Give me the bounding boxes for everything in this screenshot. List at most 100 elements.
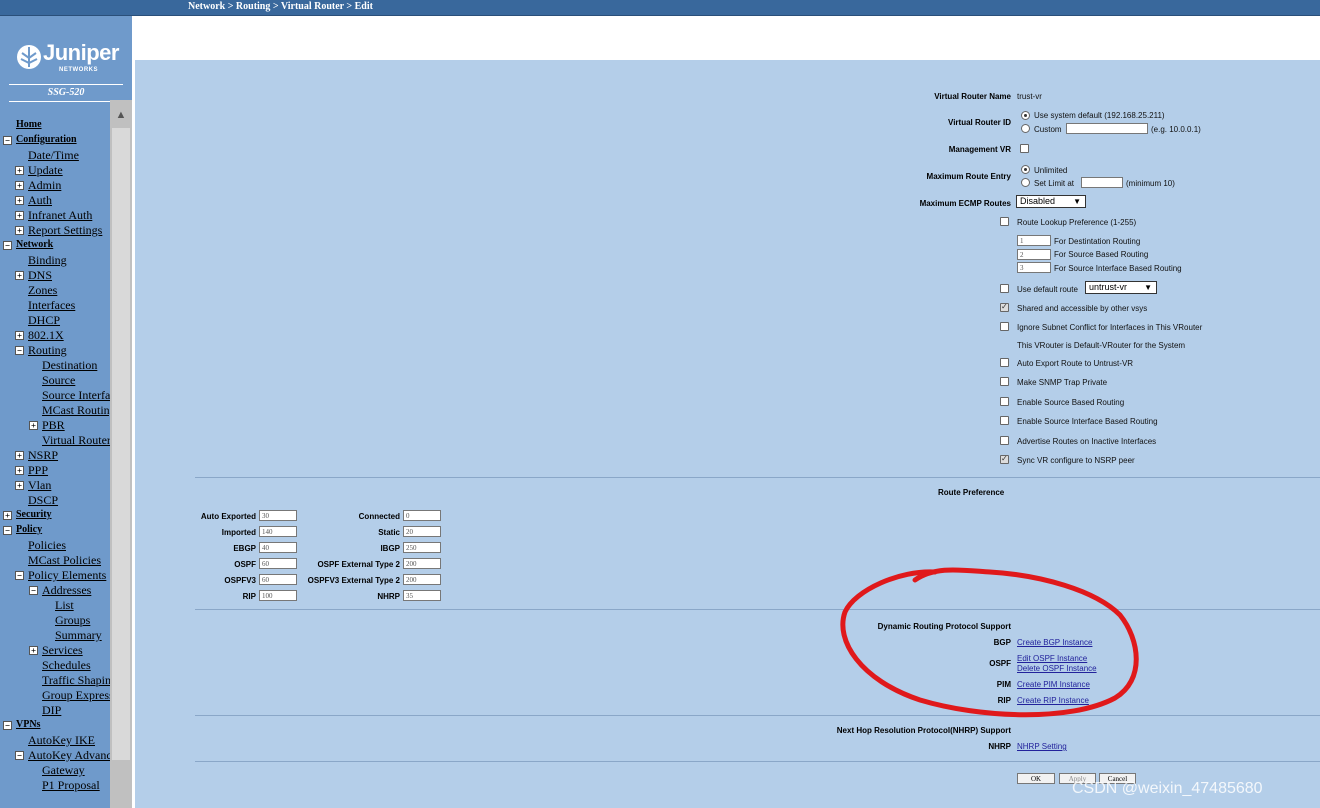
nav-item[interactable]: Binding	[28, 253, 67, 267]
nav-item[interactable]: DNS	[28, 268, 52, 282]
expand-icon[interactable]: +	[15, 451, 24, 460]
vr-id-custom-input[interactable]	[1066, 123, 1148, 134]
route-pref-input[interactable]: 0	[403, 510, 441, 521]
nav-item[interactable]: VPNs	[16, 718, 40, 732]
collapse-icon[interactable]: −	[29, 586, 38, 595]
nav-item[interactable]: Zones	[28, 283, 57, 297]
route-pref-input[interactable]: 60	[259, 558, 297, 569]
nav-item[interactable]: Configuration	[16, 133, 77, 147]
sync-nsrp-checkbox[interactable]	[1000, 454, 1009, 464]
nav-item[interactable]: Auth	[28, 193, 52, 207]
ecmp-select[interactable]: Disabled ▼	[1016, 195, 1086, 208]
collapse-icon[interactable]: −	[3, 526, 12, 535]
nav-scrollbar-thumb[interactable]	[112, 128, 130, 760]
expand-icon[interactable]: +	[15, 196, 24, 205]
src-routing-checkbox[interactable]	[1000, 397, 1009, 406]
nav-item[interactable]: Policies	[28, 538, 66, 552]
route-pref-input[interactable]: 40	[259, 542, 297, 553]
nav-item[interactable]: DHCP	[28, 313, 60, 327]
nav-item[interactable]: Group Expressions	[42, 688, 110, 702]
nav-item[interactable]: Addresses	[42, 583, 91, 597]
nav-item[interactable]: Home	[16, 118, 42, 132]
expand-icon[interactable]: +	[15, 481, 24, 490]
default-route-select[interactable]: untrust-vr ▼	[1085, 281, 1157, 294]
vr-id-custom-radio[interactable]	[1021, 124, 1030, 133]
adv-inactive-checkbox[interactable]	[1000, 436, 1009, 445]
nav-item[interactable]: List	[55, 598, 74, 612]
expand-icon[interactable]: +	[29, 646, 38, 655]
nav-item[interactable]: Groups	[55, 613, 90, 627]
nav-item[interactable]: Policy Elements	[28, 568, 106, 582]
mgmt-vr-checkbox[interactable]	[1020, 144, 1029, 153]
nav-item[interactable]: Summary	[55, 628, 102, 642]
collapse-icon[interactable]: −	[15, 751, 24, 760]
nav-item[interactable]: Traffic Shaping	[42, 673, 110, 687]
nhrp-setting-link[interactable]: NHRP Setting	[1017, 742, 1067, 751]
nav-item[interactable]: MCast Policies	[28, 553, 101, 567]
nav-item[interactable]: AutoKey Advanced	[28, 748, 110, 762]
nav-item[interactable]: Admin	[28, 178, 61, 192]
vr-id-default-radio[interactable]	[1021, 111, 1030, 120]
nav-item[interactable]: P1 Proposal	[42, 778, 100, 792]
nav-item[interactable]: Schedules	[42, 658, 91, 672]
nav-item[interactable]: Security	[16, 508, 52, 522]
expand-icon[interactable]: +	[15, 271, 24, 280]
create-pim-link[interactable]: Create PIM Instance	[1017, 680, 1090, 689]
expand-icon[interactable]: +	[29, 421, 38, 430]
pref-srcif-input[interactable]: 3	[1017, 262, 1051, 273]
nav-item[interactable]: Policy	[16, 523, 42, 537]
nav-item[interactable]: DIP	[42, 703, 61, 717]
collapse-icon[interactable]: −	[15, 346, 24, 355]
pref-dest-input[interactable]: 1	[1017, 235, 1051, 246]
nav-item[interactable]: Interfaces	[28, 298, 75, 312]
expand-icon[interactable]: +	[15, 181, 24, 190]
nav-item[interactable]: Routing	[28, 343, 67, 357]
nav-item[interactable]: Source Interface	[42, 388, 110, 402]
expand-icon[interactable]: +	[15, 166, 24, 175]
lookup-pref-checkbox[interactable]	[1000, 217, 1009, 226]
route-pref-input[interactable]: 60	[259, 574, 297, 585]
collapse-icon[interactable]: −	[15, 571, 24, 580]
max-route-limit-input[interactable]	[1081, 177, 1123, 188]
nav-item[interactable]: Destination	[42, 358, 97, 372]
create-bgp-link[interactable]: Create BGP Instance	[1017, 638, 1092, 647]
collapse-icon[interactable]: −	[3, 721, 12, 730]
delete-ospf-link[interactable]: Delete OSPF Instance	[1017, 664, 1097, 673]
nav-item[interactable]: MCast Routing	[42, 403, 110, 417]
nav-item[interactable]: NSRP	[28, 448, 58, 462]
nav-item[interactable]: Report Settings	[28, 223, 102, 237]
nav-item[interactable]: Date/Time	[28, 148, 79, 162]
route-pref-input[interactable]: 140	[259, 526, 297, 537]
nav-item[interactable]: Network	[16, 238, 53, 252]
nav-item[interactable]: AutoKey IKE	[28, 733, 95, 747]
snmp-trap-checkbox[interactable]	[1000, 377, 1009, 386]
route-pref-input[interactable]: 200	[403, 558, 441, 569]
expand-icon[interactable]: +	[15, 211, 24, 220]
collapse-icon[interactable]: −	[3, 136, 12, 145]
nav-item[interactable]: 802.1X	[28, 328, 64, 342]
nav-item[interactable]: Services	[42, 643, 83, 657]
route-pref-input[interactable]: 200	[403, 574, 441, 585]
expand-icon[interactable]: +	[15, 331, 24, 340]
default-route-checkbox[interactable]	[1000, 284, 1009, 293]
ok-button[interactable]: OK	[1017, 773, 1055, 784]
nav-item[interactable]: PPP	[28, 463, 48, 477]
nav-item[interactable]: Source	[42, 373, 75, 387]
max-route-limit-radio[interactable]	[1021, 178, 1030, 187]
route-pref-input[interactable]: 35	[403, 590, 441, 601]
nav-item[interactable]: DSCP	[28, 493, 58, 507]
pref-src-input[interactable]: 2	[1017, 249, 1051, 260]
nav-item[interactable]: Gateway	[42, 763, 85, 777]
nav-item[interactable]: PBR	[42, 418, 65, 432]
collapse-icon[interactable]: −	[3, 241, 12, 250]
srcif-routing-checkbox[interactable]	[1000, 416, 1009, 425]
route-pref-input[interactable]: 250	[403, 542, 441, 553]
ignore-subnet-checkbox[interactable]	[1000, 322, 1009, 331]
shared-checkbox[interactable]	[1000, 302, 1009, 312]
max-route-unlimited-radio[interactable]	[1021, 165, 1030, 174]
create-rip-link[interactable]: Create RIP Instance	[1017, 696, 1089, 705]
nav-item[interactable]: Vlan	[28, 478, 51, 492]
nav-item[interactable]: Infranet Auth	[28, 208, 92, 222]
nav-item[interactable]: Update	[28, 163, 63, 177]
expand-icon[interactable]: +	[15, 466, 24, 475]
